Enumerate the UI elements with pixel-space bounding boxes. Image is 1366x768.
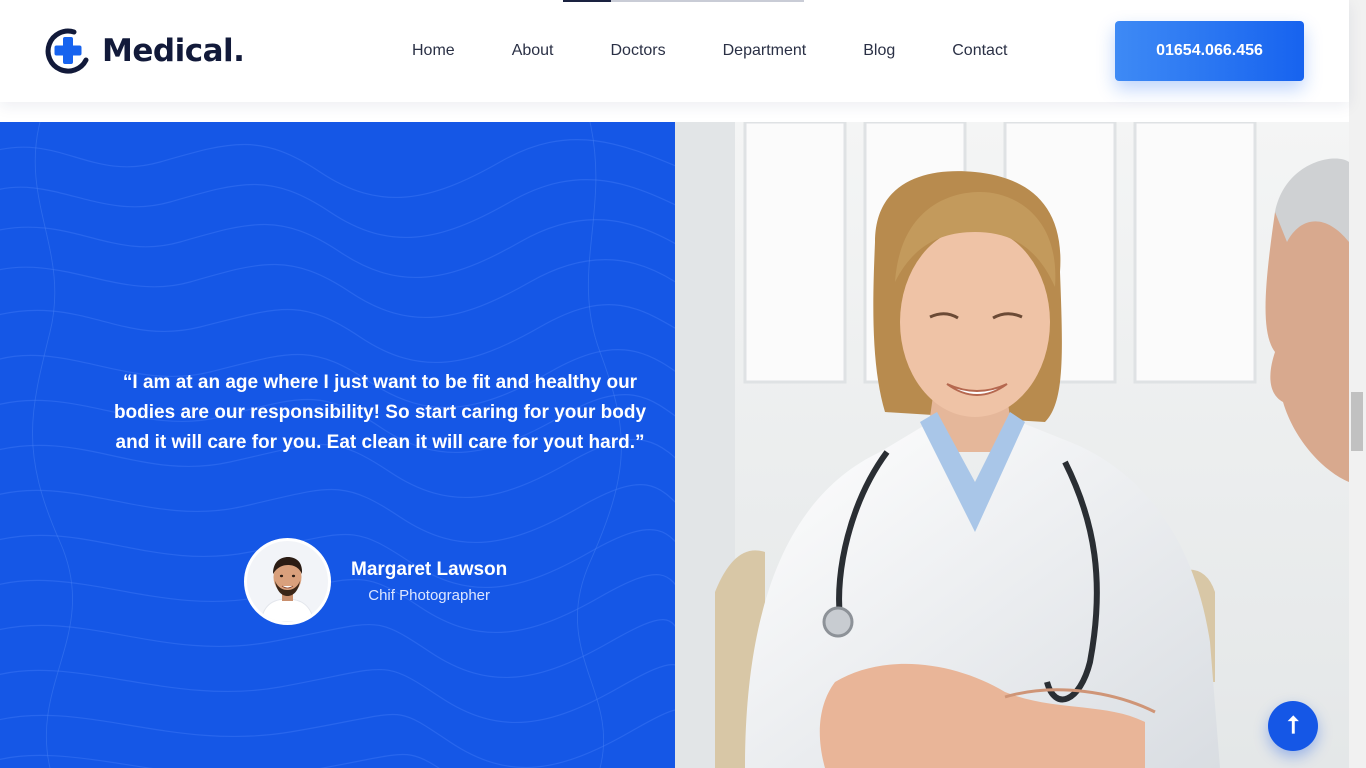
nav-blog[interactable]: Blog	[863, 41, 895, 61]
brand-name: Medical.	[102, 33, 245, 69]
medical-cross-logo-icon	[44, 28, 90, 74]
nav-home[interactable]: Home	[412, 41, 455, 61]
author-info: Margaret Lawson Chif Photographer	[351, 557, 507, 607]
back-to-top-button[interactable]: ⭡	[1268, 701, 1318, 751]
author-name: Margaret Lawson	[351, 558, 508, 580]
doctor-patient-photo	[675, 122, 1349, 768]
slider-progress-indicator	[563, 0, 804, 2]
main-nav: Home About Doctors Department Blog Conta…	[412, 41, 1007, 61]
arrow-up-icon: ⭡	[1287, 712, 1299, 739]
testimonial-author: Margaret Lawson Chif Photographer	[244, 538, 507, 625]
testimonial-section: “I am at an age where I just want to be …	[0, 122, 675, 768]
scrollbar-thumb[interactable]	[1351, 392, 1363, 451]
author-role: Chif Photographer	[368, 586, 490, 604]
phone-call-button[interactable]: 01654.066.456	[1115, 21, 1304, 81]
testimonial-quote: “I am at an age where I just want to be …	[113, 372, 647, 453]
page-scrollbar[interactable]	[1349, 0, 1366, 768]
site-header: Medical. Home About Doctors Department B…	[0, 0, 1349, 102]
slider-progress-active	[563, 0, 611, 2]
nav-contact[interactable]: Contact	[952, 41, 1007, 61]
nav-about[interactable]: About	[512, 41, 554, 61]
nav-department[interactable]: Department	[723, 41, 807, 61]
nav-doctors[interactable]: Doctors	[611, 41, 666, 61]
author-avatar	[244, 538, 331, 625]
site-logo[interactable]: Medical.	[44, 28, 245, 74]
